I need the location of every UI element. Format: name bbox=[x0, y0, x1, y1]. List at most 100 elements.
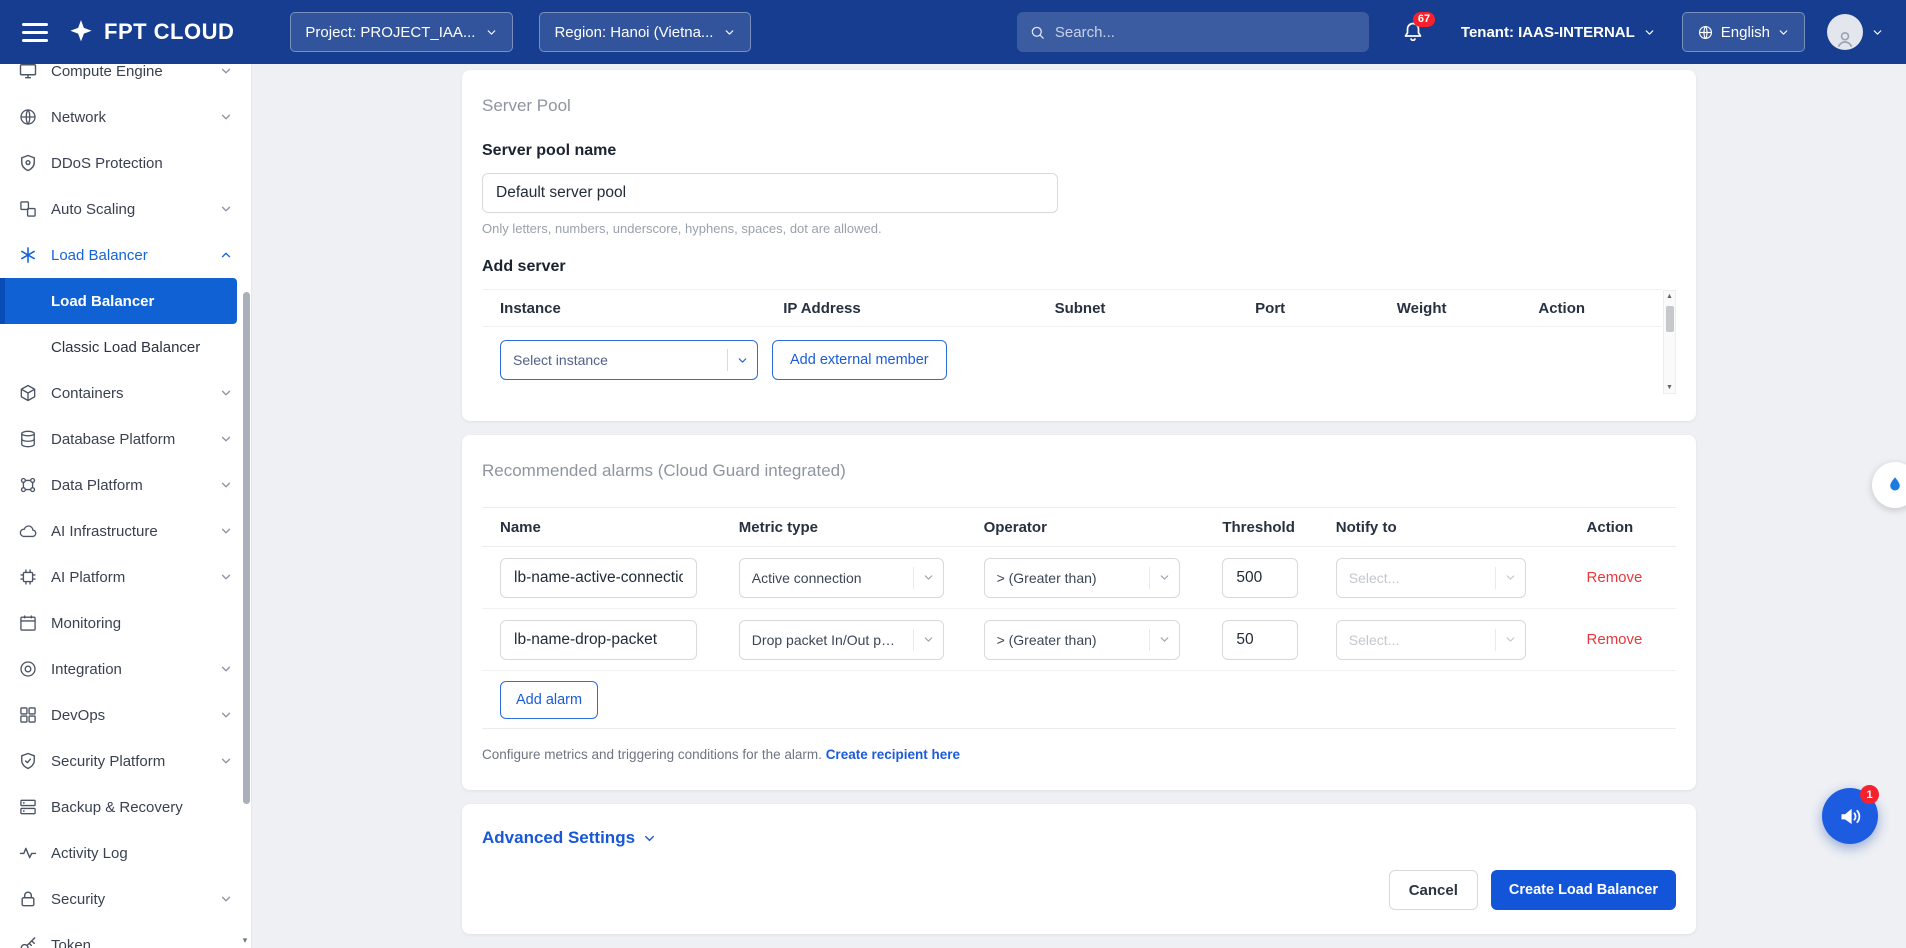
chevron-down-icon bbox=[642, 831, 657, 846]
tenant-selector[interactable]: Tenant: IAAS-INTERNAL bbox=[1461, 24, 1656, 41]
operator-select[interactable]: > (Greater than) bbox=[984, 620, 1180, 660]
security-platform-icon bbox=[18, 751, 38, 771]
ddos-shield-icon bbox=[18, 153, 38, 173]
create-recipient-link[interactable]: Create recipient here bbox=[826, 747, 960, 762]
key-icon bbox=[18, 935, 38, 948]
select-divider bbox=[913, 567, 914, 589]
containers-icon bbox=[18, 383, 38, 403]
announcements-fab[interactable]: 1 bbox=[1822, 788, 1878, 844]
region-selector[interactable]: Region: Hanoi (Vietna... bbox=[539, 12, 751, 52]
sidebar-item-activity-log[interactable]: Activity Log bbox=[0, 830, 251, 876]
add-alarm-button[interactable]: Add alarm bbox=[500, 681, 598, 719]
sidebar-item-load-balancer[interactable]: Load Balancer bbox=[0, 232, 251, 278]
sidebar-item-label: AI Infrastructure bbox=[51, 523, 206, 540]
fpt-logo-icon bbox=[66, 17, 96, 47]
auto-scaling-icon bbox=[18, 199, 38, 219]
advanced-settings-toggle[interactable]: Advanced Settings bbox=[482, 828, 657, 848]
col-header-action: Action bbox=[1569, 519, 1676, 536]
compute-engine-icon bbox=[18, 64, 38, 81]
notify-to-select[interactable]: Select... bbox=[1336, 558, 1526, 598]
remove-alarm-button[interactable]: Remove bbox=[1587, 631, 1643, 648]
sidebar-item-compute-engine[interactable]: Compute Engine bbox=[0, 64, 251, 94]
sidebar-item-security[interactable]: Security bbox=[0, 876, 251, 922]
chevron-down-icon bbox=[219, 110, 233, 124]
create-load-balancer-button[interactable]: Create Load Balancer bbox=[1491, 870, 1676, 910]
integration-icon bbox=[18, 659, 38, 679]
chevron-up-icon bbox=[219, 248, 233, 262]
alarm-row-2: Drop packet In/Out per ... > (Greater th… bbox=[482, 609, 1676, 671]
search-input[interactable] bbox=[1055, 24, 1357, 41]
sidebar-item-containers[interactable]: Containers bbox=[0, 370, 251, 416]
metric-type-select[interactable]: Active connection bbox=[739, 558, 944, 598]
sidebar-item-integration[interactable]: Integration bbox=[0, 646, 251, 692]
sidebar-subitem-load-balancer[interactable]: Load Balancer bbox=[0, 278, 237, 324]
sidebar: Compute Engine Network DDoS Protection A… bbox=[0, 64, 252, 948]
server-pool-name-input[interactable] bbox=[482, 173, 1058, 213]
sidebar-item-ddos-protection[interactable]: DDoS Protection bbox=[0, 140, 251, 186]
sidebar-scroll-down-icon[interactable]: ▾ bbox=[239, 933, 251, 947]
sidebar-subitem-classic-load-balancer[interactable]: Classic Load Balancer bbox=[0, 324, 237, 370]
project-selector[interactable]: Project: PROJECT_IAA... bbox=[290, 12, 513, 52]
sidebar-item-database-platform[interactable]: Database Platform bbox=[0, 416, 251, 462]
scroll-up-icon[interactable]: ▲ bbox=[1666, 293, 1673, 300]
cancel-button[interactable]: Cancel bbox=[1389, 870, 1478, 910]
devops-icon bbox=[18, 705, 38, 725]
menu-toggle-button[interactable] bbox=[22, 23, 48, 42]
operator-select[interactable]: > (Greater than) bbox=[984, 558, 1180, 598]
lock-icon bbox=[18, 889, 38, 909]
col-header-instance: Instance bbox=[482, 300, 765, 317]
brand-logo[interactable]: FPT CLOUD bbox=[66, 17, 234, 47]
add-server-table: Instance IP Address Subnet Port Weight A… bbox=[482, 289, 1676, 393]
footer-card: Advanced Settings Cancel Create Load Bal… bbox=[462, 804, 1696, 934]
sidebar-item-label: Auto Scaling bbox=[51, 201, 206, 218]
threshold-input[interactable] bbox=[1222, 558, 1298, 598]
sidebar-item-auto-scaling[interactable]: Auto Scaling bbox=[0, 186, 251, 232]
load-balancer-icon bbox=[18, 245, 38, 265]
sidebar-item-token[interactable]: Token bbox=[0, 922, 251, 948]
scroll-down-icon[interactable]: ▼ bbox=[1666, 384, 1673, 391]
sidebar-item-backup-recovery[interactable]: Backup & Recovery bbox=[0, 784, 251, 830]
sidebar-item-label: Security bbox=[51, 891, 206, 908]
sidebar-item-network[interactable]: Network bbox=[0, 94, 251, 140]
sidebar-item-ai-platform[interactable]: AI Platform bbox=[0, 554, 251, 600]
chevron-down-icon bbox=[1777, 26, 1790, 39]
alarm-name-input[interactable] bbox=[500, 620, 697, 660]
select-instance-value: Select instance bbox=[501, 352, 727, 368]
sidebar-item-monitoring[interactable]: Monitoring bbox=[0, 600, 251, 646]
sidebar-item-data-platform[interactable]: Data Platform bbox=[0, 462, 251, 508]
table-scrollbar[interactable]: ▲ ▼ bbox=[1663, 290, 1676, 394]
sidebar-scrollbar[interactable] bbox=[243, 64, 250, 932]
alarm-name-input[interactable] bbox=[500, 558, 697, 598]
user-menu[interactable] bbox=[1827, 14, 1884, 50]
announcement-badge: 1 bbox=[1860, 785, 1879, 804]
chevron-down-icon bbox=[219, 202, 233, 216]
chevron-down-icon bbox=[1158, 571, 1171, 584]
remove-alarm-button[interactable]: Remove bbox=[1587, 569, 1643, 586]
sidebar-item-label: Database Platform bbox=[51, 431, 206, 448]
chevron-down-icon bbox=[219, 432, 233, 446]
sidebar-scrollbar-thumb[interactable] bbox=[243, 292, 250, 804]
sidebar-item-devops[interactable]: DevOps bbox=[0, 692, 251, 738]
sidebar-item-security-platform[interactable]: Security Platform bbox=[0, 738, 251, 784]
chevron-down-icon bbox=[1871, 26, 1884, 39]
notifications-button[interactable]: 67 bbox=[1401, 20, 1425, 44]
select-divider bbox=[727, 349, 728, 371]
sidebar-item-ai-infrastructure[interactable]: AI Infrastructure bbox=[0, 508, 251, 554]
language-selector[interactable]: English bbox=[1682, 12, 1805, 52]
metric-type-select[interactable]: Drop packet In/Out per ... bbox=[739, 620, 944, 660]
sidebar-item-label: Token bbox=[51, 937, 233, 948]
add-external-member-button[interactable]: Add external member bbox=[772, 340, 947, 380]
avatar bbox=[1827, 14, 1863, 50]
global-search[interactable] bbox=[1017, 12, 1369, 52]
metric-type-value: Active connection bbox=[740, 570, 913, 586]
col-header-name: Name bbox=[482, 519, 721, 536]
table-scrollbar-thumb[interactable] bbox=[1666, 306, 1674, 332]
metric-type-value: Drop packet In/Out per ... bbox=[740, 632, 913, 648]
select-instance[interactable]: Select instance bbox=[500, 340, 758, 380]
col-header-weight: Weight bbox=[1379, 300, 1521, 317]
sidebar-subitem-label: Classic Load Balancer bbox=[51, 339, 200, 356]
threshold-input[interactable] bbox=[1222, 620, 1298, 660]
monitoring-icon bbox=[18, 613, 38, 633]
advanced-settings-label: Advanced Settings bbox=[482, 828, 635, 848]
notify-to-select[interactable]: Select... bbox=[1336, 620, 1526, 660]
